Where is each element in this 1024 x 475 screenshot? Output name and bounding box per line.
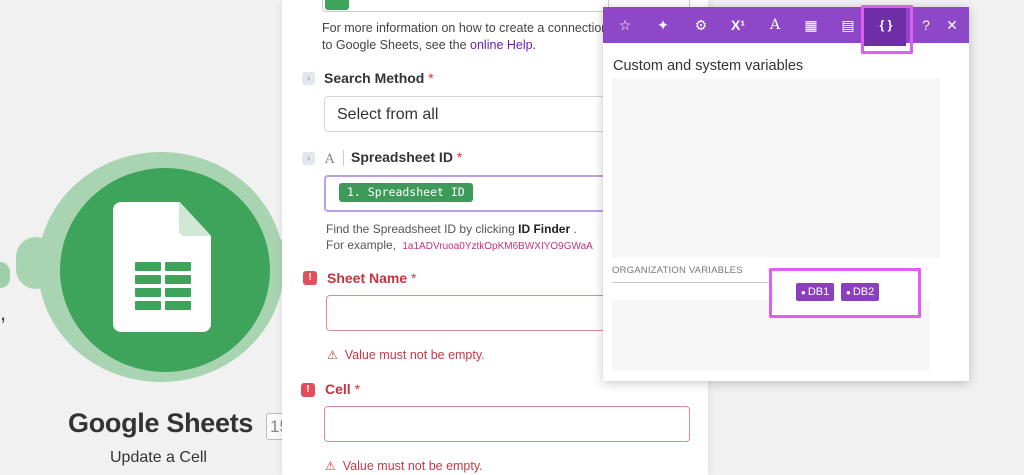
spreadsheet-id-example: For example, 1a1ADVruoa0YztkOpKM6BWXIYO9… [326,238,593,252]
search-method-label-text: Search Method [324,70,425,86]
required-mark: * [411,270,417,286]
online-help-link[interactable]: online Help [470,38,533,52]
spreadsheet-id-expander[interactable]: › [302,152,315,165]
math-functions-icon[interactable]: X¹ [726,13,750,37]
cell-input[interactable] [324,406,690,442]
id-finder-text: ID Finder [518,222,571,236]
google-sheets-small-icon [325,0,349,10]
canvas-route-mark: , [0,300,7,325]
required-mark: * [456,149,463,165]
organization-divider [612,282,772,283]
org-variable-label: DB1 [807,286,830,298]
star-icon[interactable]: ☆ [613,13,637,37]
required-mark: * [354,381,361,397]
close-icon[interactable]: ✕ [940,13,964,37]
text-type-icon: A [325,152,335,167]
google-sheets-grid-icon [135,262,191,310]
example-value: 1a1ADVruoa0YztkOpKM6BWXIYO9GWaA [402,241,593,252]
warning-icon: ⚠ [327,348,338,362]
required-mark: * [428,70,434,86]
module-title: Google Sheets [68,408,254,438]
spreadsheet-id-hint: Find the Spreadsheet ID by clicking ID F… [326,221,577,238]
mapped-variable-pill[interactable]: 1. Spreadsheet ID [339,183,473,202]
search-method-select[interactable]: Select from all [324,96,614,132]
sheet-name-label: Sheet Name * [327,270,417,286]
sheet-name-input[interactable] [326,295,616,331]
table-icon[interactable]: ▤ [836,13,860,37]
spreadsheet-id-label: Spreadsheet ID * [351,149,462,165]
connection-info-body: For more information on how to create a … [322,21,609,52]
variables-icon[interactable]: { } [874,13,898,37]
variables-heading: Custom and system variables [613,58,804,74]
module-subtitle: Update a Cell [110,449,207,466]
cell-label: Cell * [325,381,360,397]
canvas-connector-stub [0,262,10,288]
sheet-name-error: ⚠ Value must not be empty. [327,348,485,362]
search-method-expander[interactable]: › [302,72,315,85]
error-marker-icon: ! [301,383,315,397]
connection-info-text: For more information on how to create a … [322,20,612,54]
person-icon: ● [846,288,851,297]
org-variable-db2[interactable]: ● DB2 [841,283,880,301]
cell-label-text: Cell [325,381,351,397]
connection-info-end: . [532,38,537,52]
org-variable-db1[interactable]: ● DB1 [796,283,835,301]
gear-icon[interactable]: ⚙ [689,13,713,37]
sparkle-icon[interactable]: ✦ [651,13,675,37]
warning-icon: ⚠ [325,459,336,473]
hint-suffix: . [573,222,577,236]
type-divider [343,150,344,166]
hint-prefix: Find the Spreadsheet ID by clicking [326,222,515,236]
cell-error: ⚠ Value must not be empty. [325,459,483,473]
sheet-name-error-text: Value must not be empty. [344,348,485,362]
org-variable-label: DB2 [852,286,875,298]
sheet-name-label-text: Sheet Name [327,270,408,286]
cell-error-text: Value must not be empty. [342,459,483,473]
system-variables-list [612,78,940,258]
help-icon[interactable]: ? [914,13,938,37]
organization-variables-label: ORGANIZATION VARIABLES [612,265,743,276]
example-prefix: For example, [326,238,397,252]
calendar-icon[interactable]: ▦ [799,13,823,37]
text-functions-icon[interactable]: A [763,13,787,37]
spreadsheet-id-label-text: Spreadsheet ID [351,149,453,165]
person-icon: ● [801,288,806,297]
error-marker-icon: ! [303,271,317,285]
search-method-label: Search Method * [324,70,434,86]
